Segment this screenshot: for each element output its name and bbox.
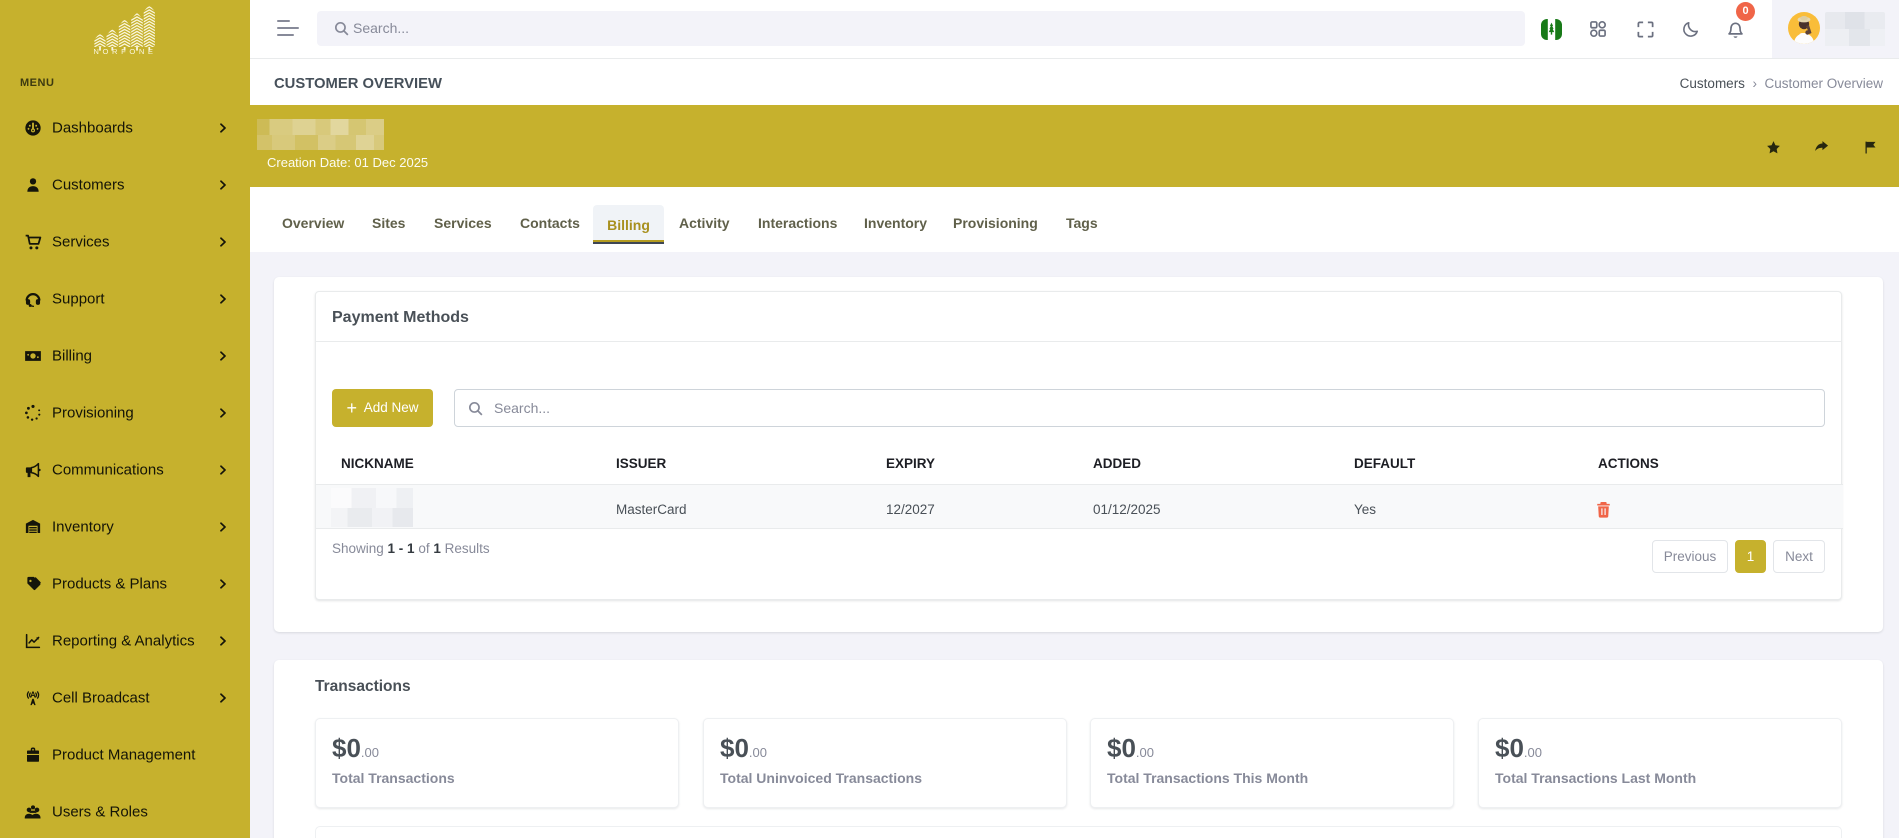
svg-text:NORFONE: NORFONE	[93, 47, 156, 56]
svg-text:A: A	[30, 691, 36, 700]
